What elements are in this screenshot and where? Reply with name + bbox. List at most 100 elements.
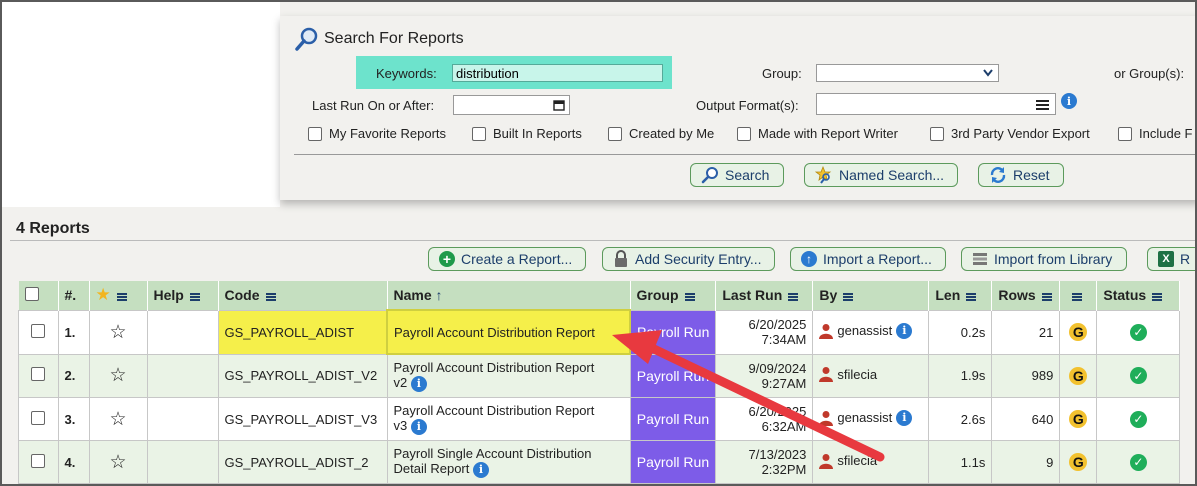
- row-checkbox-cell[interactable]: [18, 440, 59, 484]
- report-name[interactable]: Payroll Account Distribution Report: [394, 403, 624, 418]
- row-checkbox[interactable]: [31, 367, 46, 382]
- add-security-button[interactable]: Add Security Entry...: [602, 247, 775, 271]
- report-name-line2[interactable]: Detail Report i: [394, 461, 624, 478]
- name-cell[interactable]: Payroll Single Account Distribution Detai…: [386, 440, 631, 484]
- info-icon[interactable]: i: [410, 375, 427, 392]
- column-menu-icon[interactable]: [966, 292, 977, 301]
- status-cell: ✓: [1096, 353, 1181, 398]
- column-menu-icon[interactable]: [1152, 292, 1163, 301]
- table-row[interactable]: 1. ☆ GS_PAYROLL_ADIST Payroll Account Di…: [18, 309, 1181, 355]
- table-row[interactable]: 2. ☆ GS_PAYROLL_ADIST_V2 Payroll Account…: [18, 353, 1181, 398]
- star-outline-icon[interactable]: ☆: [109, 365, 126, 386]
- import-library-button[interactable]: Import from Library: [961, 247, 1127, 271]
- checkbox-box[interactable]: [930, 126, 944, 141]
- info-icon[interactable]: i: [410, 418, 427, 435]
- checkbox-box[interactable]: [737, 126, 751, 141]
- last-run-time: 7:34AM: [761, 332, 807, 347]
- col-code[interactable]: Code: [218, 281, 388, 310]
- favorite-cell[interactable]: ☆: [88, 440, 148, 484]
- last-run-time: 2:32PM: [761, 462, 807, 477]
- vendor-export-checkbox[interactable]: 3rd Party Vendor Export: [930, 126, 1090, 141]
- favorite-cell[interactable]: ☆: [88, 397, 148, 441]
- col-rows-label: Rows: [998, 287, 1036, 304]
- favorite-cell[interactable]: ☆: [88, 353, 148, 398]
- keywords-input[interactable]: [452, 64, 663, 82]
- code-cell[interactable]: GS_PAYROLL_ADIST_2: [217, 440, 388, 484]
- built-in-reports-checkbox[interactable]: Built In Reports: [472, 126, 582, 141]
- col-favorite[interactable]: ★: [89, 281, 148, 310]
- output-format-label: Output Format(s):: [696, 98, 799, 113]
- row-number: 1.: [57, 309, 90, 355]
- column-menu-icon[interactable]: [1072, 292, 1083, 301]
- star-outline-icon[interactable]: ☆: [109, 452, 126, 473]
- col-name[interactable]: Name ↑: [387, 281, 631, 310]
- user-info-icon[interactable]: i: [896, 322, 913, 339]
- column-menu-icon[interactable]: [684, 292, 695, 301]
- search-button[interactable]: Search: [690, 163, 784, 187]
- name-cell[interactable]: Payroll Account Distribution Report v3 i: [386, 397, 631, 441]
- name-cell[interactable]: Payroll Account Distribution Report: [386, 309, 631, 355]
- report-name[interactable]: Payroll Account Distribution Report: [394, 325, 623, 340]
- checkbox-box[interactable]: [472, 126, 486, 141]
- table-row[interactable]: 4. ☆ GS_PAYROLL_ADIST_2 Payroll Single A…: [18, 440, 1181, 484]
- report-name[interactable]: Payroll Account Distribution Report: [394, 360, 624, 375]
- report-name-line2[interactable]: v3 i: [394, 418, 624, 435]
- info-icon[interactable]: i: [473, 461, 489, 478]
- named-search-button[interactable]: Named Search...: [804, 163, 958, 187]
- checkbox-box[interactable]: [1118, 126, 1132, 141]
- col-last-run[interactable]: Last Run: [715, 281, 814, 310]
- name-cell[interactable]: Payroll Account Distribution Report v2 i: [386, 353, 631, 398]
- user-info-icon[interactable]: i: [896, 409, 913, 426]
- col-help[interactable]: Help: [147, 281, 219, 310]
- column-menu-icon[interactable]: [265, 292, 276, 301]
- checkbox-box[interactable]: [308, 126, 322, 141]
- report-writer-checkbox[interactable]: Made with Report Writer: [737, 126, 898, 141]
- row-checkbox-cell[interactable]: [18, 353, 59, 398]
- col-type[interactable]: [1059, 281, 1098, 310]
- table-row[interactable]: 3. ☆ GS_PAYROLL_ADIST_V3 Payroll Account…: [18, 397, 1181, 441]
- column-menu-icon[interactable]: [1041, 292, 1052, 301]
- info-icon[interactable]: i: [1061, 93, 1077, 109]
- code-cell[interactable]: GS_PAYROLL_ADIST: [217, 309, 388, 355]
- col-by[interactable]: By: [812, 281, 930, 310]
- column-menu-icon[interactable]: [116, 292, 127, 301]
- row-checkbox[interactable]: [31, 410, 46, 425]
- check-circle-icon: ✓: [1129, 367, 1147, 385]
- row-checkbox[interactable]: [31, 323, 46, 338]
- star-outline-icon[interactable]: ☆: [109, 322, 126, 343]
- excel-export-button[interactable]: X R: [1147, 247, 1195, 271]
- row-checkbox[interactable]: [31, 453, 46, 468]
- code-cell[interactable]: GS_PAYROLL_ADIST_V3: [217, 397, 388, 441]
- or-groups-label: or Group(s):: [1114, 66, 1185, 81]
- col-len[interactable]: Len: [928, 281, 993, 310]
- output-format-select[interactable]: [816, 93, 1056, 115]
- last-run-time: 6:32AM: [761, 419, 807, 434]
- include-checkbox[interactable]: Include F: [1118, 126, 1192, 141]
- col-group[interactable]: Group: [630, 281, 717, 310]
- create-report-button[interactable]: + Create a Report...: [428, 247, 586, 271]
- favorite-cell[interactable]: ☆: [88, 309, 148, 355]
- last-run-cell: 7/13/2023 2:32PM: [715, 440, 814, 484]
- reset-button[interactable]: Reset: [978, 163, 1064, 187]
- table-header: #. ★ Help Code Name ↑ Group Last Run By …: [18, 281, 1181, 310]
- column-menu-icon[interactable]: [788, 292, 799, 301]
- reports-table: #. ★ Help Code Name ↑ Group Last Run By …: [18, 281, 1181, 484]
- select-all-checkbox[interactable]: [24, 286, 39, 301]
- last-run-date-input[interactable]: [453, 95, 570, 115]
- code-cell[interactable]: GS_PAYROLL_ADIST_V2: [217, 353, 388, 398]
- col-rows[interactable]: Rows: [991, 281, 1061, 310]
- type-cell: G: [1059, 353, 1098, 398]
- report-name-line2[interactable]: v2 i: [394, 375, 624, 392]
- created-by-me-checkbox[interactable]: Created by Me: [608, 126, 714, 141]
- column-menu-icon[interactable]: [189, 292, 200, 301]
- import-report-button[interactable]: ↑ Import a Report...: [790, 247, 946, 271]
- row-checkbox-cell[interactable]: [18, 309, 59, 355]
- star-outline-icon[interactable]: ☆: [109, 409, 126, 430]
- group-select[interactable]: [816, 64, 999, 82]
- col-status[interactable]: Status: [1096, 281, 1181, 310]
- checkbox-box[interactable]: [608, 126, 622, 141]
- column-menu-icon[interactable]: [843, 292, 854, 301]
- report-name[interactable]: Payroll Single Account Distribution: [394, 446, 624, 461]
- row-checkbox-cell[interactable]: [18, 397, 59, 441]
- favorite-reports-checkbox[interactable]: My Favorite Reports: [308, 126, 446, 141]
